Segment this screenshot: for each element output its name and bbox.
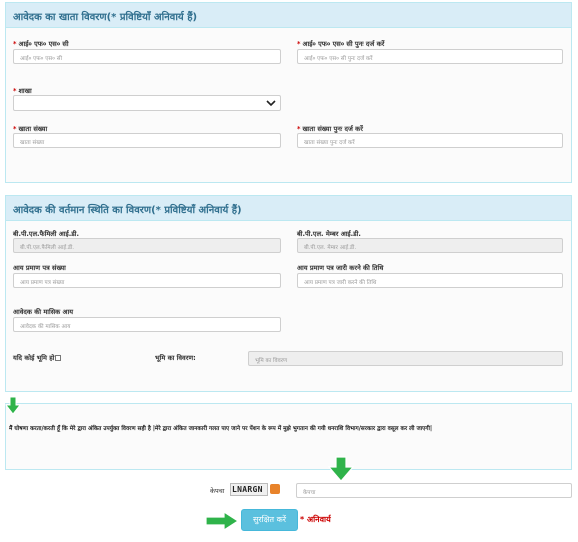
ifsc-confirm-label: * आई० एफ० एस० सी पुनः दर्ज करें <box>297 40 385 48</box>
declaration-text: मैं घोषणा करता/करती हूँ कि मेरे द्वारा अ… <box>9 426 433 432</box>
monthly-income-input[interactable]: आवेदक की मासिक आय <box>13 317 281 332</box>
account-no-input[interactable]: खाता संख्या <box>13 133 281 148</box>
account-details-panel: आवेदक का खाता विवरण(* प्रविष्टियाँ अनिवा… <box>5 2 572 183</box>
arrow-down-icon <box>5 396 21 415</box>
income-cert-no-input[interactable]: आय प्रमाण पत्र संख्या <box>13 273 281 288</box>
branch-label: * शाखा <box>13 87 32 95</box>
income-cert-date-label: आय प्रमाण पत्र जारी करने की तिथि <box>297 264 384 272</box>
land-check-row: यदि कोई भूमि हो <box>13 353 62 362</box>
account-panel-title: आवेदक का खाता विवरण(* प्रविष्टियाँ अनिवा… <box>6 3 571 28</box>
branch-select[interactable] <box>13 95 281 111</box>
bpl-family-id-input[interactable]: बी.पी.एल.फैमिली आई.डी. <box>13 238 281 253</box>
income-cert-date-input[interactable]: आय प्रमाण पत्र जारी करने की तिथि <box>297 273 563 288</box>
bpl-member-id-label: बी.पी.एल. मेम्बर आई.डी. <box>297 230 361 238</box>
bpl-member-id-input[interactable]: बी.पी.एल. मेम्बर आई.डी. <box>297 238 563 253</box>
refresh-captcha-icon[interactable] <box>270 484 280 494</box>
land-check-label: यदि कोई भूमि हो <box>13 354 55 362</box>
declaration-panel <box>5 403 572 470</box>
account-no-confirm-input[interactable]: खाता संख्या पुनः दर्ज करें <box>297 133 563 148</box>
account-no-label: * खाता संख्या <box>13 125 48 133</box>
ifsc-input[interactable]: आई० एफ० एस० सी <box>13 49 281 64</box>
arrow-right-icon <box>205 510 240 532</box>
chevron-down-icon <box>266 100 276 107</box>
land-checkbox[interactable] <box>55 355 62 361</box>
captcha-label: केपचा <box>210 487 225 495</box>
arrow-down-icon <box>327 456 355 482</box>
captcha-image: LNARGN <box>230 483 268 496</box>
status-panel-title: आवेदक की वर्तमान स्थिति का विवरण(* प्रवि… <box>6 196 571 221</box>
ifsc-label: * आई० एफ० एस० सी <box>13 40 69 48</box>
monthly-income-label: आवेदक की मासिक आय <box>13 308 74 316</box>
mandatory-note: * अनिवार्य <box>300 515 331 524</box>
account-no-confirm-label: * खाता संख्या पुनः दर्ज करें <box>297 125 363 133</box>
income-cert-no-label: आय प्रमाण पत्र संख्या <box>13 264 66 272</box>
land-details-label: भूमि का विवरण: <box>155 354 196 362</box>
save-button[interactable]: सुरक्षित करें <box>241 509 298 531</box>
land-details-input[interactable]: भूमि का विवरण <box>248 351 563 366</box>
bpl-family-id-label: बी.पी.एल.फैमिली आई.डी. <box>13 230 79 238</box>
captcha-input[interactable]: केपचा <box>296 483 572 498</box>
ifsc-confirm-input[interactable]: आई० एफ० एस० सी पुनः दर्ज करें <box>297 49 563 64</box>
